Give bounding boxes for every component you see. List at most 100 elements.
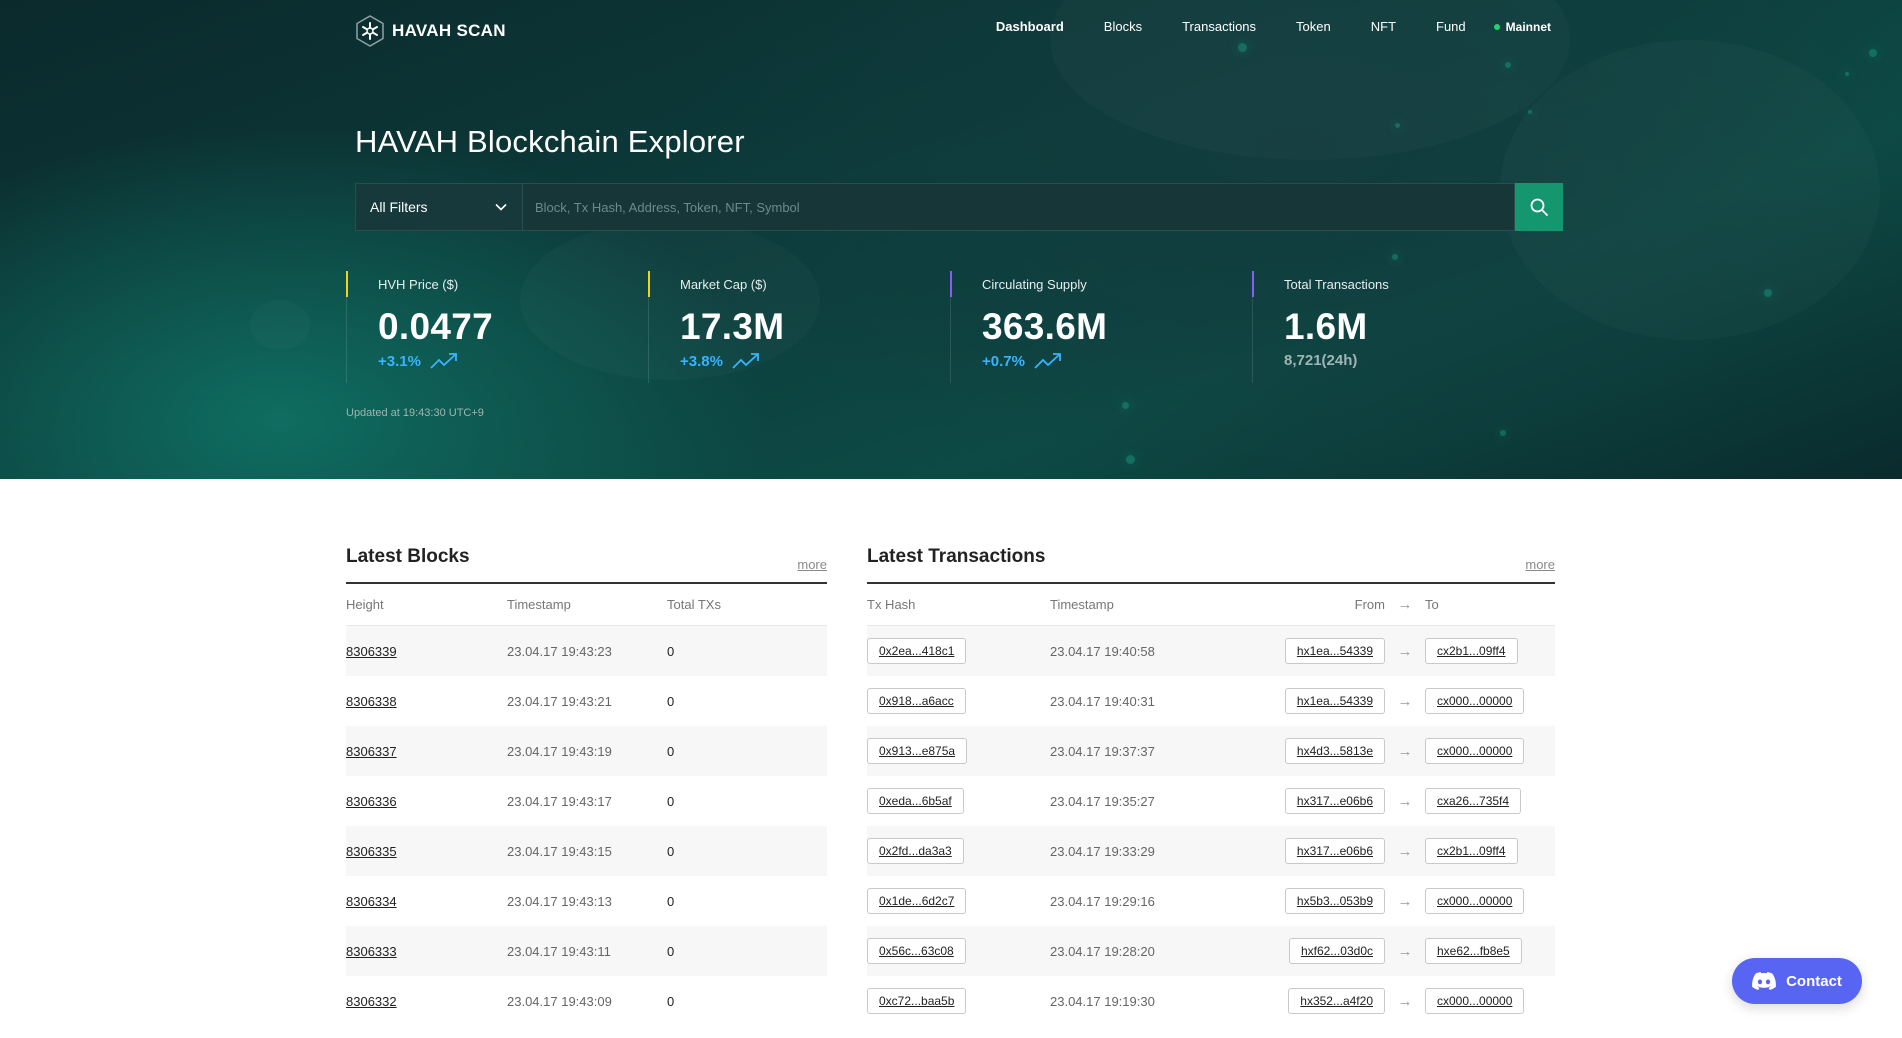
tx-from-link[interactable]: hx1ea...54339: [1284, 638, 1385, 664]
col-total-txs: Total TXs: [667, 597, 721, 612]
transactions-more-link[interactable]: more: [1525, 557, 1555, 572]
block-height-link[interactable]: 8306336: [346, 794, 397, 809]
tx-hash-link[interactable]: 0x913...e875a: [867, 738, 968, 764]
block-tx-count: 0: [667, 843, 675, 859]
stat-change-text: +3.8%: [680, 352, 723, 370]
stat-divider: [648, 297, 649, 383]
tx-hash-link[interactable]: 0x2fd...da3a3: [867, 838, 964, 864]
glow-dot: [1392, 254, 1398, 260]
col-arrow: →: [1397, 596, 1413, 613]
table-header: Tx Hash Timestamp From → To: [867, 584, 1555, 626]
tx-from-link[interactable]: hx352...a4f20: [1288, 988, 1385, 1014]
search-input[interactable]: [523, 183, 1515, 231]
filter-label: All Filters: [370, 199, 428, 215]
stat-accent-bar: [648, 271, 650, 297]
tx-hash-link[interactable]: 0xc72...baa5b: [867, 988, 967, 1014]
table-row: 8306339 23.04.17 19:43:23 0: [346, 626, 827, 676]
block-height-link[interactable]: 8306337: [346, 744, 397, 759]
tx-to-link[interactable]: cx000...00000: [1425, 988, 1525, 1014]
stat-market-cap: Market Cap ($) 17.3M +3.8%: [648, 271, 950, 383]
trend-up-icon: [1034, 353, 1061, 369]
blocks-table-body: 8306339 23.04.17 19:43:23 0 8306338 23.04.17…: [346, 626, 827, 1026]
logo[interactable]: HAVAH SCAN: [354, 14, 506, 48]
tx-to-link[interactable]: cxa26...735f4: [1425, 788, 1522, 814]
arrow-right-icon: →: [1397, 892, 1413, 910]
filter-dropdown[interactable]: All Filters: [355, 183, 523, 231]
transactions-table-body: 0x2ea...418c1 23.04.17 19:40:58 hx1ea...54…: [867, 626, 1555, 1026]
block-timestamp: 23.04.17 19:43:23: [507, 643, 612, 659]
block-height-link[interactable]: 8306339: [346, 644, 397, 659]
nav-fund[interactable]: Fund: [1436, 19, 1466, 34]
tx-from-link[interactable]: hx5b3...053b9: [1284, 888, 1385, 914]
tx-timestamp: 23.04.17 19:40:31: [1050, 693, 1155, 709]
tx-from-link[interactable]: hx1ea...54339: [1284, 688, 1385, 714]
table-row: 8306332 23.04.17 19:43:09 0: [346, 976, 827, 1026]
glow-dot: [1126, 455, 1135, 464]
arrow-right-icon: →: [1397, 842, 1413, 860]
arrow-right-icon: →: [1397, 792, 1413, 810]
glow-dot: [1122, 402, 1129, 409]
stat-circulating-supply: Circulating Supply 363.6M +0.7%: [950, 271, 1252, 383]
tx-from-link[interactable]: hxf62...03d0c: [1288, 938, 1385, 964]
hero-section: HAVAH SCAN Dashboard Blocks Transactions…: [0, 0, 1902, 479]
table-row: 0xc72...baa5b 23.04.17 19:19:30 hx352...a4…: [867, 976, 1555, 1026]
block-tx-count: 0: [667, 643, 675, 659]
stat-accent-bar: [346, 271, 348, 297]
stat-hvh-price: HVH Price ($) 0.0477 +3.1%: [346, 271, 648, 383]
network-selector[interactable]: Mainnet: [1493, 20, 1551, 34]
table-row: 0x913...e875a 23.04.17 19:37:37 hx4d3...58…: [867, 726, 1555, 776]
block-height-link[interactable]: 8306332: [346, 994, 397, 1009]
block-tx-count: 0: [667, 743, 675, 759]
tx-timestamp: 23.04.17 19:33:29: [1050, 843, 1155, 859]
nav-token[interactable]: Token: [1296, 19, 1331, 34]
nav-nft[interactable]: NFT: [1371, 19, 1396, 34]
glow-dot: [1528, 110, 1532, 114]
search-icon: [1530, 198, 1548, 216]
stat-divider: [1252, 297, 1253, 383]
tx-hash-link[interactable]: 0x1de...6d2c7: [867, 888, 967, 914]
latest-transactions-panel: Latest Transactions more Tx Hash Timesta…: [867, 540, 1555, 1026]
contact-button[interactable]: Contact: [1732, 958, 1862, 1004]
tx-to-link[interactable]: cx2b1...09ff4: [1425, 838, 1518, 864]
tx-to-link[interactable]: cx000...00000: [1425, 688, 1525, 714]
tx-from-link[interactable]: hx4d3...5813e: [1284, 738, 1385, 764]
stat-change: +3.1%: [378, 352, 648, 370]
stat-change: +0.7%: [982, 352, 1252, 370]
tx-to-link[interactable]: cx2b1...09ff4: [1425, 638, 1518, 664]
tx-to-link[interactable]: cx000...00000: [1425, 738, 1525, 764]
block-height-link[interactable]: 8306335: [346, 844, 397, 859]
glow-dot: [1869, 49, 1877, 57]
tx-hash-link[interactable]: 0xeda...6b5af: [867, 788, 964, 814]
tx-from-link[interactable]: hx317...e06b6: [1284, 788, 1385, 814]
stat-label: Circulating Supply: [982, 277, 1087, 292]
table-row: 0x918...a6acc 23.04.17 19:40:31 hx1ea...54…: [867, 676, 1555, 726]
stat-change-text: +0.7%: [982, 352, 1025, 370]
nav-transactions[interactable]: Transactions: [1182, 19, 1256, 34]
stat-value: 17.3M: [680, 306, 785, 347]
tx-from-link[interactable]: hx317...e06b6: [1284, 838, 1385, 864]
tx-hash-link[interactable]: 0x2ea...418c1: [867, 638, 967, 664]
page-title: HAVAH Blockchain Explorer: [355, 124, 745, 159]
tx-to-link[interactable]: hxe62...fb8e5: [1425, 938, 1522, 964]
tx-hash-link[interactable]: 0x918...a6acc: [867, 688, 966, 714]
logo-text: HAVAH SCAN: [392, 21, 506, 40]
block-timestamp: 23.04.17 19:43:15: [507, 843, 612, 859]
blocks-more-link[interactable]: more: [797, 557, 827, 572]
nav-blocks[interactable]: Blocks: [1104, 19, 1142, 34]
tx-hash-link[interactable]: 0x56c...63c08: [867, 938, 966, 964]
contact-label: Contact: [1786, 972, 1842, 990]
block-height-link[interactable]: 8306338: [346, 694, 397, 709]
table-row: 8306337 23.04.17 19:43:19 0: [346, 726, 827, 776]
table-row: 0x56c...63c08 23.04.17 19:28:20 hxf62...03…: [867, 926, 1555, 976]
col-from: From: [1354, 597, 1385, 612]
tx-to-link[interactable]: cx000...00000: [1425, 888, 1525, 914]
tx-timestamp: 23.04.17 19:37:37: [1050, 743, 1155, 759]
search-button[interactable]: [1515, 183, 1563, 231]
nav-dashboard[interactable]: Dashboard: [996, 19, 1064, 34]
block-height-link[interactable]: 8306333: [346, 944, 397, 959]
block-tx-count: 0: [667, 943, 675, 959]
stat-accent-bar: [1252, 271, 1254, 297]
block-tx-count: 0: [667, 993, 675, 1009]
updated-timestamp: Updated at 19:43:30 UTC+9: [346, 407, 484, 419]
block-height-link[interactable]: 8306334: [346, 894, 397, 909]
